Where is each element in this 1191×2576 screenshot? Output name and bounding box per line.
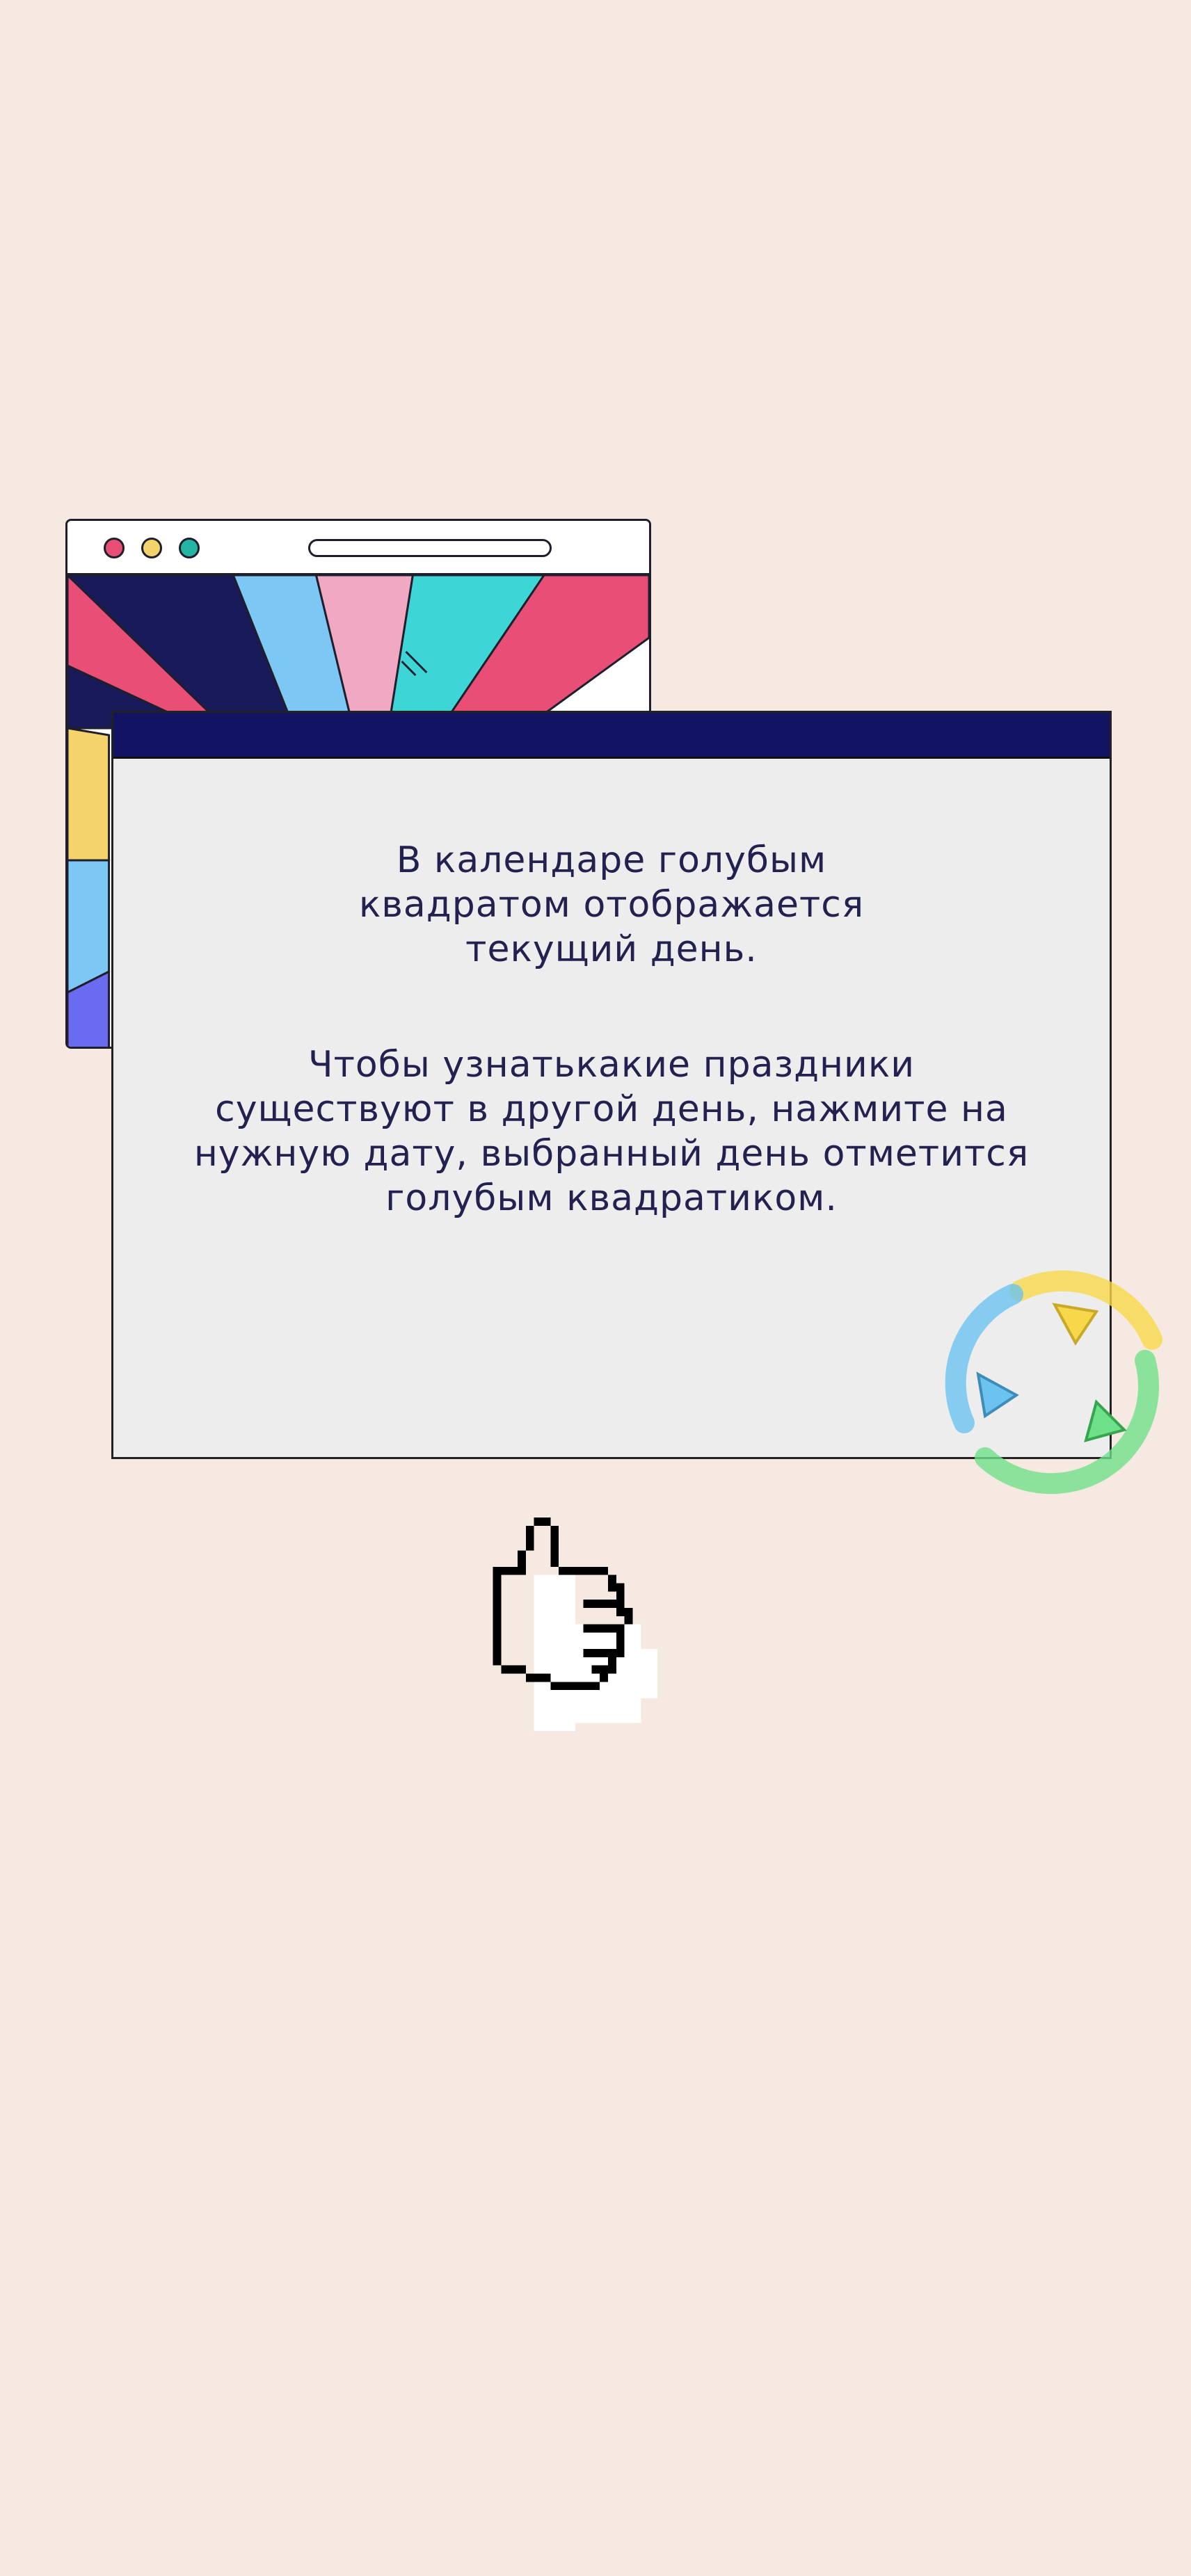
thumbs-up-hand-cursor-icon <box>493 1518 657 1732</box>
popup-titlebar <box>113 713 1110 759</box>
popup-paragraph-current-day: В календаре голубым квадратом отображает… <box>358 839 865 970</box>
browser-chrome <box>67 521 649 575</box>
popup-paragraph-select-day: Чтобы узнатькакие праздники существуют в… <box>193 1044 1030 1219</box>
close-dot-icon <box>104 538 125 558</box>
address-bar <box>308 539 552 557</box>
minimize-dot-icon <box>141 538 162 558</box>
tricolor-triangles-logo-icon <box>945 1270 1162 1495</box>
maximize-dot-icon <box>179 538 200 558</box>
